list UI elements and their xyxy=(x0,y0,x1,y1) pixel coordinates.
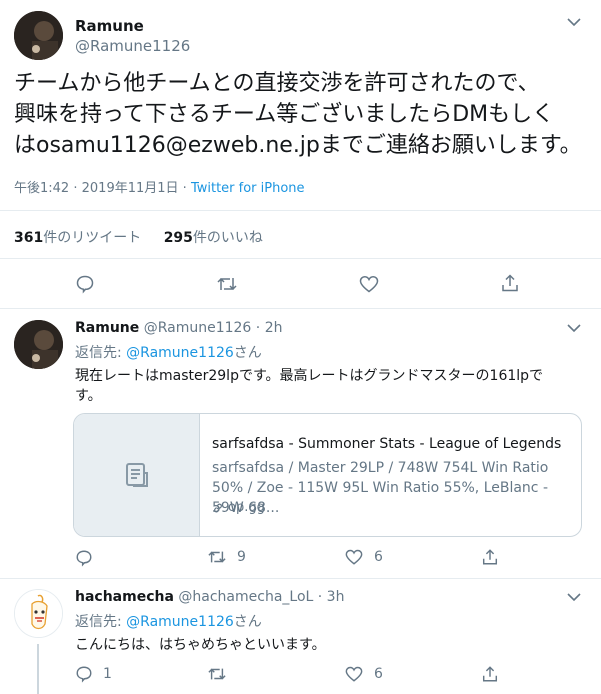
retweet-button[interactable]: 9 xyxy=(207,548,246,566)
reply-text-line: す。 xyxy=(75,388,102,404)
user-handle[interactable]: @hachamecha_LoL xyxy=(178,589,313,605)
tweet-source-link[interactable]: Twitter for iPhone xyxy=(191,181,305,196)
tweet-meta: 午後1:42 · 2019年11月1日 · Twitter for iPhone xyxy=(14,177,305,196)
tweet-date[interactable]: 2019年11月1日 xyxy=(82,181,179,196)
like-stat-label: 件のいいね xyxy=(192,230,263,246)
card-thumbnail xyxy=(74,414,200,536)
display-name[interactable]: hachamecha xyxy=(75,589,174,605)
card-domain-text: op.gg xyxy=(228,500,265,515)
like-icon xyxy=(344,548,364,566)
reply-to-prefix: 返信先: xyxy=(75,345,127,361)
divider xyxy=(0,258,601,259)
reply-button[interactable]: 1 xyxy=(75,665,112,683)
divider xyxy=(0,210,601,211)
reply-header: Ramune @Ramune1126 · 2h xyxy=(75,320,282,336)
reply-icon[interactable] xyxy=(75,549,93,567)
reply-count: 1 xyxy=(103,666,112,682)
like-icon xyxy=(344,665,364,683)
reply-to-prefix: 返信先: xyxy=(75,614,127,630)
link-icon xyxy=(212,502,224,514)
retweet-stat[interactable]: 361件のリツイート xyxy=(14,230,146,246)
tweet-text-line: チームから他チームとの直接交渉を許可されたので、 xyxy=(14,71,540,96)
display-name[interactable]: Ramune xyxy=(75,320,139,336)
link-card[interactable]: sarfsafdsa - Summoner Stats - League of … xyxy=(73,413,582,537)
like-count: 6 xyxy=(374,666,383,682)
reply-text-line: 現在レートはmaster29lpです。最高レートはグランドマスターの161lpで xyxy=(75,368,544,384)
thread-line xyxy=(37,644,39,694)
reply-text: 現在レートはmaster29lpです。最高レートはグランドマスターの161lpで… xyxy=(75,366,543,406)
card-domain: op.gg xyxy=(212,500,265,515)
like-stat[interactable]: 295件のいいね xyxy=(164,230,263,246)
reply-to-handle[interactable]: @Ramune1126 xyxy=(126,614,234,630)
reply-icon[interactable] xyxy=(75,274,95,294)
like-count: 295 xyxy=(163,230,193,246)
retweet-icon xyxy=(207,548,227,566)
chevron-down-icon[interactable] xyxy=(567,592,581,602)
reply-header: hachamecha @hachamecha_LoL · 3h xyxy=(75,589,344,605)
tweet-text-line: 興味を持って下さるチーム等ございましたらDMもしく xyxy=(14,102,555,127)
retweet-count: 9 xyxy=(237,549,246,565)
retweet-icon[interactable] xyxy=(207,665,227,683)
share-icon[interactable] xyxy=(481,665,499,683)
share-icon[interactable] xyxy=(500,273,520,293)
meta-separator: · xyxy=(182,181,187,196)
avatar[interactable] xyxy=(14,589,63,638)
card-description: sarfsafdsa / Master 29LP / 748W 754L Win… xyxy=(212,460,549,516)
reply-time[interactable]: 2h xyxy=(265,320,283,336)
chevron-down-icon[interactable] xyxy=(567,17,581,27)
avatar[interactable] xyxy=(14,11,63,60)
tweet-time[interactable]: 午後1:42 xyxy=(14,181,69,196)
header-dot: · xyxy=(317,589,323,605)
user-handle[interactable]: @Ramune1126 xyxy=(144,320,252,336)
divider xyxy=(0,578,601,579)
retweet-count: 361 xyxy=(14,230,44,246)
display-name[interactable]: Ramune xyxy=(75,17,144,35)
avatar[interactable] xyxy=(14,320,63,369)
reply-time[interactable]: 3h xyxy=(327,589,345,605)
divider xyxy=(0,308,601,309)
share-icon[interactable] xyxy=(481,548,499,566)
tweet-text: チームから他チームとの直接交渉を許可されたので、 興味を持って下さるチーム等ござ… xyxy=(14,68,582,161)
reply-to: 返信先: @Ramune1126さん xyxy=(75,342,262,362)
tweet-stats: 361件のリツイート 295件のいいね xyxy=(14,227,263,247)
reply-to-suffix: さん xyxy=(233,345,262,361)
like-count: 6 xyxy=(374,549,383,565)
like-icon[interactable] xyxy=(358,274,380,294)
reply-to-suffix: さん xyxy=(233,614,262,630)
card-title: sarfsafdsa - Summoner Stats - League of … xyxy=(212,436,562,452)
header-dot: · xyxy=(255,320,261,336)
reply-to-handle[interactable]: @Ramune1126 xyxy=(126,345,234,361)
like-button[interactable]: 6 xyxy=(344,665,383,683)
like-button[interactable]: 6 xyxy=(344,548,383,566)
retweet-stat-label: 件のリツイート xyxy=(43,230,142,246)
tweet-text-line: はosamu1126@ezweb.ne.jpまでご連絡お願いします。 xyxy=(14,133,582,158)
reply-text: こんにちは、はちゃめちゃといいます。 xyxy=(75,637,326,653)
user-handle[interactable]: @Ramune1126 xyxy=(75,37,190,55)
document-icon xyxy=(123,461,151,489)
reply-icon xyxy=(75,665,93,683)
meta-separator: · xyxy=(73,181,78,196)
reply-to: 返信先: @Ramune1126さん xyxy=(75,611,262,631)
chevron-down-icon[interactable] xyxy=(567,323,581,333)
retweet-icon[interactable] xyxy=(216,274,238,294)
